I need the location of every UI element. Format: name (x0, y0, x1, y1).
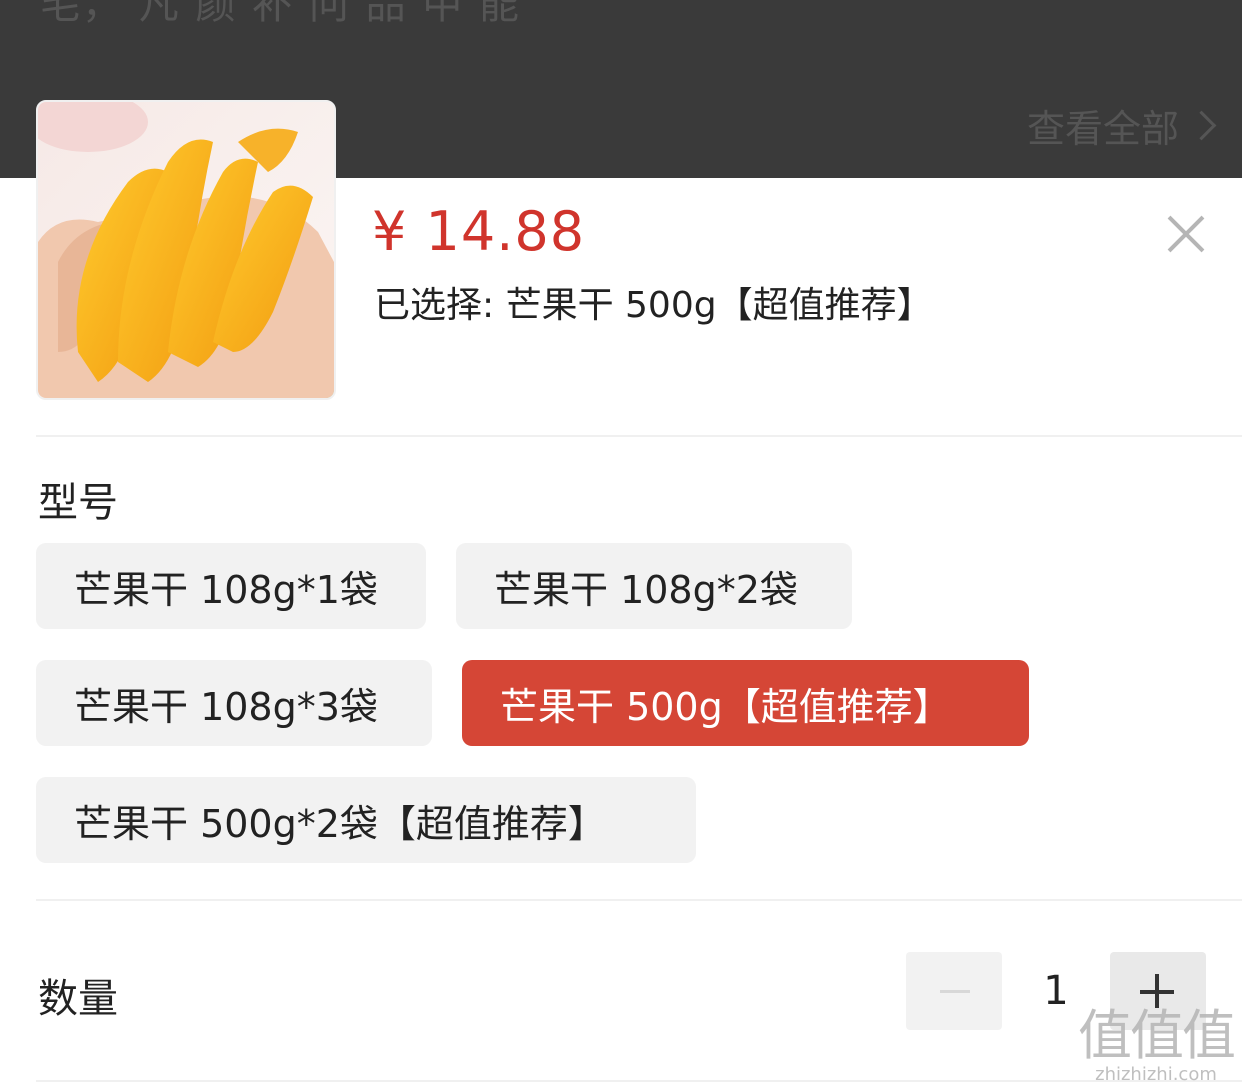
minus-icon (940, 990, 970, 993)
chevron-right-icon (1186, 110, 1217, 140)
close-icon[interactable] (1162, 210, 1210, 258)
product-price: ¥ 14.88 (372, 200, 586, 263)
divider (36, 899, 1242, 901)
quantity-decrease-button[interactable] (906, 952, 1002, 1030)
watermark-url: zhizhizhi.com (1095, 1064, 1217, 1085)
spec-option-108g-3[interactable]: 芒果干 108g*3袋 (36, 660, 432, 746)
divider (36, 1080, 1242, 1082)
spec-option-108g-1[interactable]: 芒果干 108g*1袋 (36, 543, 426, 629)
watermark: 值值值 zhizhizhi.com (1078, 991, 1236, 1085)
spec-option-108g-2[interactable]: 芒果干 108g*2袋 (456, 543, 852, 629)
divider (36, 435, 1242, 437)
spec-option-500g-2[interactable]: 芒果干 500g*2袋【超值推荐】 (36, 777, 696, 863)
view-all-link[interactable]: 查看全部 (1026, 100, 1217, 151)
quantity-title: 数量 (38, 976, 118, 1022)
spec-option-500g-selected[interactable]: 芒果干 500g【超值推荐】 (462, 660, 1029, 746)
product-thumbnail[interactable] (36, 100, 336, 400)
background-title: 毛， 凡 颜 补 问 品 中 能 (40, 0, 522, 28)
spec-section-title: 型号 (38, 480, 118, 526)
watermark-logo: 值值值 (1078, 1004, 1236, 1067)
dried-mango-image (38, 102, 334, 398)
view-all-label: 查看全部 (1026, 106, 1179, 151)
selected-option-text: 已选择: 芒果干 500g【超值推荐】 (374, 285, 933, 326)
